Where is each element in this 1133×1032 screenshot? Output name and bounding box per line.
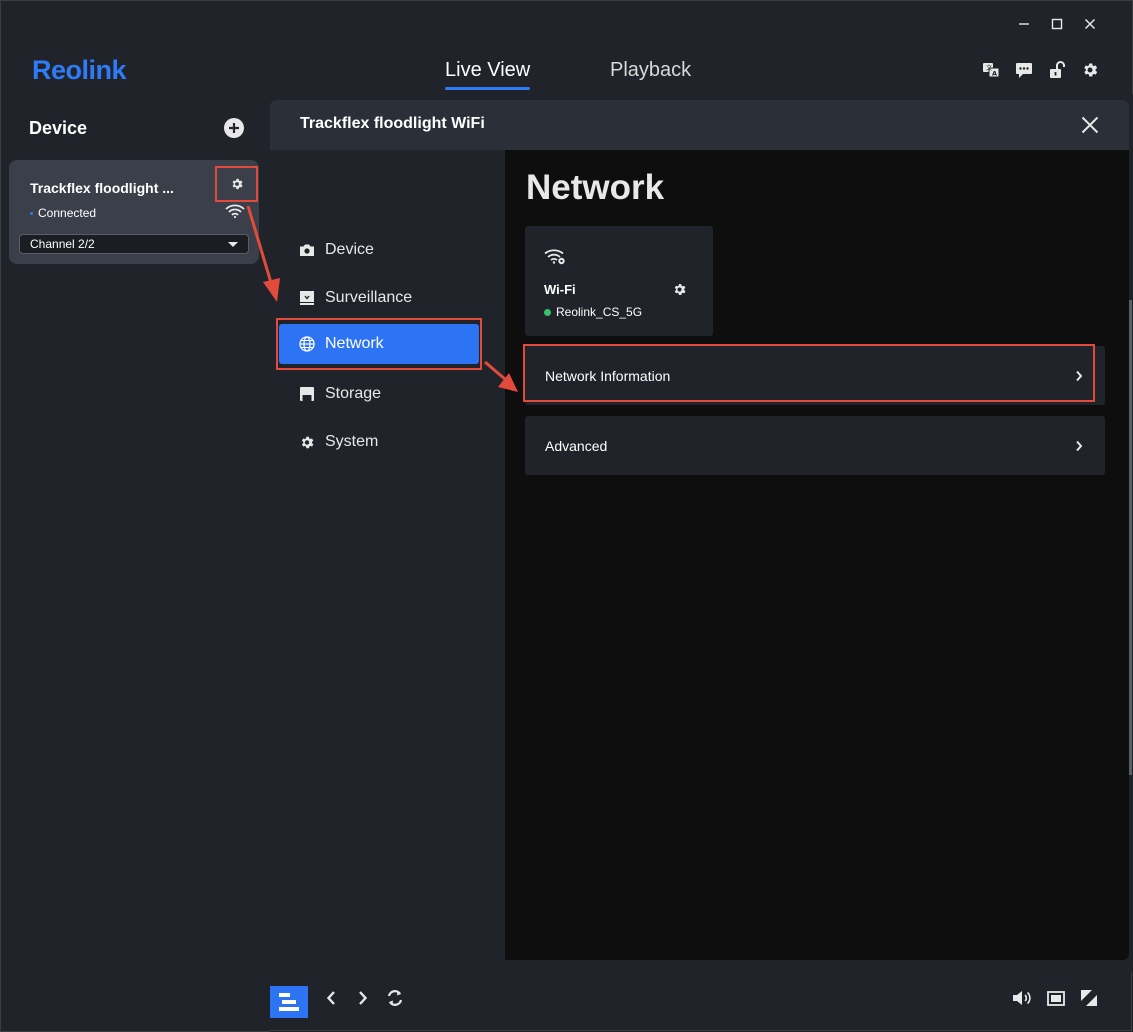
device-name: Trackflex floodlight ... [30,180,174,196]
translate-icon: 文 A [983,63,1000,78]
tab-playback-label: Playback [610,59,692,81]
device-card[interactable]: Trackflex floodlight ... Connected Chann… [9,160,259,264]
tab-playback[interactable]: Playback [610,57,691,83]
wifi-label: Wi-Fi [544,282,576,297]
wifi-settings-icon [544,248,566,270]
plus-circle-icon [229,123,239,133]
monitor-icon [299,290,315,306]
channel-select[interactable]: Channel 2/2 [19,234,249,254]
language-button[interactable]: 文 A [981,60,1001,80]
volume-button[interactable] [1011,987,1033,1009]
menu-item-device-label: Device [325,241,374,258]
page-title: Network [526,168,665,207]
menu-item-storage[interactable]: Storage [279,374,479,414]
device-sidebar: Device Trackflex floodlight ... Connecte… [0,94,270,1032]
tab-live-view-label: Live View [445,59,531,81]
minimize-icon [1019,23,1029,25]
menu-item-surveillance[interactable]: Surveillance [279,278,479,318]
layout-list-icon [279,993,299,1011]
gear-icon [232,178,243,190]
device-settings-modal: Trackflex floodlight WiFi Device Surveil… [270,100,1129,960]
menu-item-system-label: System [325,433,379,450]
svg-text:A: A [992,70,997,78]
menu-item-surveillance-label: Surveillance [325,289,413,306]
advanced-row[interactable]: Advanced [525,416,1105,475]
channel-select-value: Channel 2/2 [30,237,95,251]
camera-icon [299,242,315,258]
device-status-label: Connected [38,206,97,220]
highlight-frame-network-information [523,344,1095,402]
close-icon [1084,18,1096,30]
modal-close-button[interactable] [1078,113,1102,137]
tab-live-view[interactable]: Live View [445,57,531,90]
wifi-card: Wi-Fi Reolink_CS_5G [525,226,713,336]
status-dot-icon [30,211,33,215]
active-tab-indicator [445,87,531,90]
menu-item-system[interactable]: System [279,422,479,462]
modal-header: Trackflex floodlight WiFi [270,100,1129,150]
title-bar: Reolink Live View Playback 文 A [0,0,1133,94]
refresh-button[interactable] [384,987,406,1009]
gear-icon [299,434,315,450]
scrollbar[interactable] [1129,300,1132,775]
menu-item-device[interactable]: Device [279,230,479,270]
fullscreen-button[interactable] [1078,987,1100,1009]
chevron-right-icon [1075,439,1083,455]
settings-button[interactable] [1080,60,1100,80]
unlock-icon [1050,61,1065,78]
screen-icon [1047,990,1065,1006]
chat-icon [1016,62,1032,78]
device-status: Connected [30,206,96,220]
lock-button[interactable] [1047,60,1067,80]
highlight-frame-network [276,318,482,370]
close-window-button[interactable] [1079,13,1101,35]
app-logo: Reolink [32,55,127,85]
wifi-network: Reolink_CS_5G [544,305,642,319]
bottom-toolbar [270,972,1132,1031]
chevron-down-icon [228,242,238,247]
layout-button[interactable] [270,986,308,1018]
fullscreen-icon [1081,990,1097,1006]
maximize-button[interactable] [1046,13,1068,35]
previous-button[interactable] [320,987,342,1009]
modal-title: Trackflex floodlight WiFi [300,115,485,132]
device-settings-button[interactable] [215,166,258,202]
aspect-ratio-button[interactable] [1045,987,1067,1009]
menu-item-storage-label: Storage [325,385,382,402]
add-device-button[interactable] [224,118,244,138]
next-button[interactable] [352,987,374,1009]
sidebar-title: Device [29,118,88,138]
floppy-icon [299,386,315,402]
gear-icon [674,284,686,295]
refresh-icon [387,990,403,1006]
advanced-label: Advanced [545,437,608,454]
close-icon [1081,116,1099,134]
wifi-signal-icon [225,204,245,223]
gear-icon [1084,63,1098,77]
feedback-button[interactable] [1014,60,1034,80]
chevron-right-icon [359,991,368,1005]
connected-dot-icon [544,308,551,316]
speaker-icon [1013,991,1031,1005]
minimize-button[interactable] [1013,13,1035,35]
chevron-left-icon [326,991,335,1005]
settings-menu: Device Surveillance Network Storage Syst… [270,150,505,960]
wifi-settings-button[interactable] [672,282,687,302]
wifi-network-name: Reolink_CS_5G [556,305,643,319]
maximize-icon [1051,18,1063,30]
